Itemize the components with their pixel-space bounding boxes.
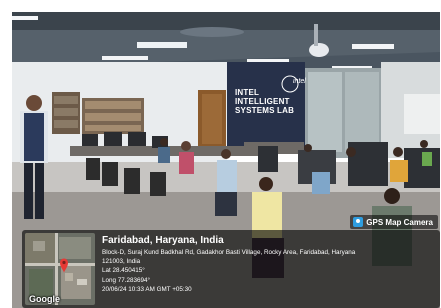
gps-longitude: Long 77.283694° (102, 276, 151, 284)
gps-info-panel: Google Faridabad, Haryana, India Block-D… (22, 230, 440, 308)
gps-stamp-overlay: GPS Map Camera Google Faridabad, Haryana… (22, 215, 440, 308)
speaker-head (26, 95, 42, 111)
gps-datetime: 20/06/24 10:33 AM GMT +05:30 (102, 285, 192, 293)
wall-sign-line: SYSTEMS LAB (235, 106, 295, 115)
gps-text-block: Faridabad, Haryana, India Block-D, Suraj… (102, 235, 436, 294)
projector (309, 43, 329, 57)
student (217, 160, 237, 192)
gps-postal: 121003, India (102, 258, 141, 266)
monitor (258, 146, 278, 172)
gps-map-camera-badge: GPS Map Camera (350, 215, 438, 229)
ceiling-light (137, 42, 187, 48)
gps-latitude: Lat 28.450415° (102, 267, 145, 275)
map-pin-icon (353, 217, 364, 227)
gps-badge-label: GPS Map Camera (366, 217, 433, 227)
wall-sign-line: INTEL (235, 88, 260, 97)
gps-city: Faridabad, Haryana, India (102, 235, 224, 246)
map-thumbnail: Google (25, 233, 95, 305)
gps-address: Block-D, Suraj Kund Badkhal Rd, Gadakhor… (102, 249, 356, 256)
intel-logo-text: intel (293, 78, 306, 85)
chair (102, 162, 118, 186)
google-label: Google (29, 294, 60, 304)
speaker-vest (24, 113, 44, 161)
wall-sign-line: INTELLIGENT (235, 97, 290, 106)
